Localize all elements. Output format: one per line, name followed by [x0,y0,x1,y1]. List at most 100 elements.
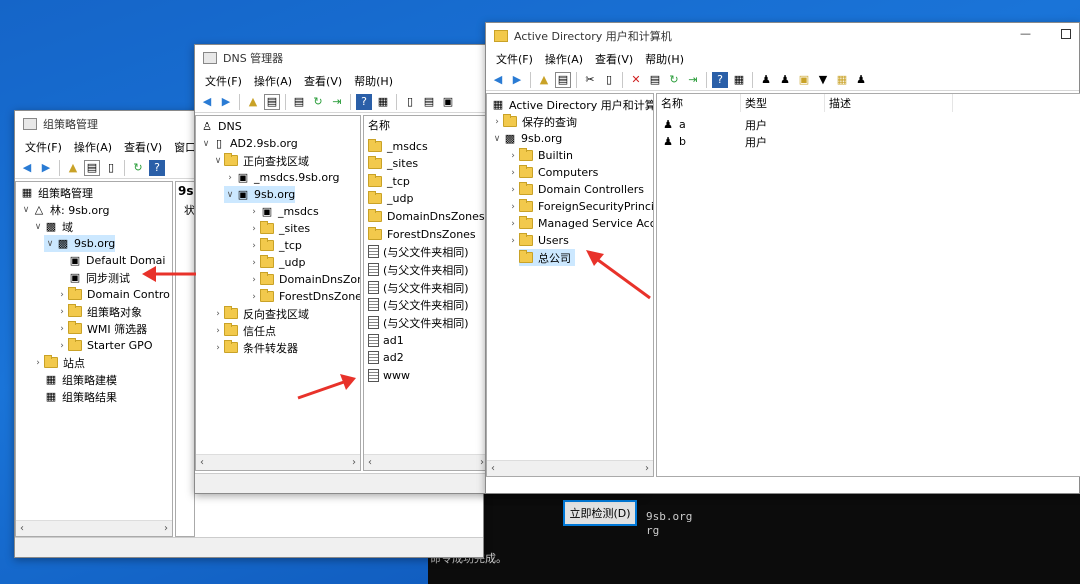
chevron-right-icon[interactable]: › [491,117,503,127]
scroll-right-icon[interactable]: › [645,463,649,474]
dns-menu-action[interactable]: 操作(A) [248,73,298,89]
list-icon[interactable]: ▤ [421,94,437,110]
maximize-icon[interactable] [1061,29,1071,39]
chevron-right-icon[interactable]: › [32,358,44,368]
console-icon[interactable]: ▦ [375,94,391,110]
show-tree-icon[interactable]: ▤ [84,159,100,176]
ad-col-name[interactable]: 名称 [657,94,741,112]
dns-list-item[interactable]: _tcp [368,173,410,190]
back-arrow-icon[interactable]: ◀ [490,72,506,88]
ad-tree-computers[interactable]: › Computers [507,164,598,181]
help-icon[interactable]: ? [149,159,165,176]
dns-col-name[interactable]: 名称 [364,116,488,134]
chevron-right-icon[interactable]: › [212,343,224,353]
chevron-right-icon[interactable]: › [507,185,519,195]
forward-arrow-icon[interactable]: ▶ [38,160,54,176]
dns-tree-hscroll[interactable]: ‹ › [196,454,360,470]
dns-tree-forward-zones[interactable]: ∨ 正向查找区域 [212,152,309,169]
chevron-right-icon[interactable]: › [212,309,224,319]
back-arrow-icon[interactable]: ◀ [199,94,215,110]
copy-icon[interactable]: ▯ [601,72,617,88]
ad-tree-users[interactable]: › Users [507,232,569,249]
chevron-down-icon[interactable]: ∨ [200,139,212,149]
properties-icon[interactable]: ▤ [291,94,307,110]
chevron-down-icon[interactable]: ∨ [212,156,224,166]
dns-list-item[interactable]: ForestDnsZones [368,226,476,243]
dns-list-hscroll[interactable]: ‹ › [364,454,488,470]
dns-list-item[interactable]: (与父文件夹相同) [368,261,469,278]
delete-icon[interactable]: ✕ [628,72,644,88]
add-to-group-icon[interactable]: ♟ [853,72,869,88]
chevron-right-icon[interactable]: › [212,326,224,336]
ad-col-type[interactable]: 类型 [741,94,825,112]
dns-menu-file[interactable]: 文件(F) [199,73,248,89]
dns-tree-forestdnszones[interactable]: › ForestDnsZones [248,288,360,305]
ad-menu-file[interactable]: 文件(F) [490,51,539,67]
chevron-right-icon[interactable]: › [507,168,519,178]
gpm-tree-wmi[interactable]: › WMI 筛选器 [56,320,147,337]
gpm-tree-domain-controllers[interactable]: › Domain Contro [56,286,170,303]
gpm-right-tab[interactable]: 状 [176,200,195,220]
dns-tree-9sb-zone[interactable]: ∨ ▣ 9sb.org [224,186,296,203]
dns-tree-domaindnszones[interactable]: ›DomainDnsZone [248,271,360,288]
scroll-left-icon[interactable]: ‹ [368,457,372,468]
ad-tree-builtin[interactable]: › Builtin [507,147,573,164]
ad-tree-root[interactable]: ▦ Active Directory 用户和计算机 [491,96,653,113]
dns-tree-root[interactable]: ♙ DNS [200,118,242,135]
ad-menu-action[interactable]: 操作(A) [539,51,589,67]
help-icon[interactable]: ? [356,93,372,110]
ad-tree-foreign-security[interactable]: ›ForeignSecurityPrincipa [507,198,653,215]
dns-menu-view[interactable]: 查看(V) [298,73,348,89]
dns-list-item[interactable]: (与父文件夹相同) [368,296,469,313]
dns-list-item[interactable]: _udp [368,190,413,207]
chevron-right-icon[interactable]: › [56,307,68,317]
cut-icon[interactable]: ✂ [582,72,598,88]
scroll-right-icon[interactable]: › [352,457,356,468]
console-icon[interactable]: ▦ [731,72,747,88]
dns-list-item[interactable]: DomainDnsZones [368,208,485,225]
refresh-icon[interactable]: ↻ [130,160,146,176]
chevron-right-icon[interactable]: › [507,202,519,212]
help-icon[interactable]: ? [712,71,728,88]
scroll-right-icon[interactable]: › [164,523,168,534]
chevron-down-icon[interactable]: ∨ [32,222,44,232]
forward-arrow-icon[interactable]: ▶ [218,94,234,110]
gpm-tree-domains[interactable]: ∨ ▩ 域 [32,218,73,235]
chevron-down-icon[interactable]: ∨ [44,239,56,249]
dns-list-item[interactable]: ad1 [368,332,404,349]
gpm-tree-starter-gpo[interactable]: › Starter GPO [56,337,152,354]
new-user-icon[interactable]: ♟ [758,72,774,88]
zone-icon[interactable]: ▣ [440,94,456,110]
gpm-tree-root[interactable]: ▦ 组策略管理 [20,184,93,201]
chevron-right-icon[interactable]: › [248,224,260,234]
chevron-right-icon[interactable]: › [248,207,260,217]
gpm-tree-domain-9sb[interactable]: ∨ ▩ 9sb.org [44,235,116,252]
clipboard-icon[interactable]: ▯ [103,160,119,176]
scroll-left-icon[interactable]: ‹ [491,463,495,474]
dns-tree-trust-points[interactable]: › 信任点 [212,322,276,339]
dns-tree-msdcs-zone[interactable]: › ▣ _msdcs.9sb.org [224,169,339,186]
chevron-down-icon[interactable]: ∨ [20,205,32,215]
scroll-right-icon[interactable]: › [480,457,484,468]
gpm-menu-view[interactable]: 查看(V) [118,139,168,155]
scroll-left-icon[interactable]: ‹ [200,457,204,468]
find-icon[interactable]: ▦ [834,72,850,88]
ad-tree-domain-controllers[interactable]: › Domain Controllers [507,181,644,198]
dns-tree-sites[interactable]: › _sites [248,220,310,237]
chevron-right-icon[interactable]: › [56,324,68,334]
export-icon[interactable]: ⇥ [329,94,345,110]
ad-menu-view[interactable]: 查看(V) [589,51,639,67]
export-icon[interactable]: ⇥ [685,72,701,88]
ad-tree-domain[interactable]: ∨ ▩ 9sb.org [491,130,563,147]
chevron-right-icon[interactable]: › [248,292,260,302]
back-arrow-icon[interactable]: ◀ [19,160,35,176]
gpm-tree-forest[interactable]: ∨ △ 林: 9sb.org [20,201,110,218]
ad-tree-managed-service[interactable]: › Managed Service Acco [507,215,653,232]
up-folder-icon[interactable]: ▲ [536,72,552,88]
dns-tree-reverse-zones[interactable]: › 反向查找区域 [212,305,309,322]
refresh-icon[interactable]: ↻ [666,72,682,88]
ad-tree-saved-queries[interactable]: › 保存的查询 [491,113,577,130]
chevron-down-icon[interactable]: ∨ [224,190,236,200]
gpm-tree-results[interactable]: ▦ 组策略结果 [44,388,117,405]
gpm-menu-action[interactable]: 操作(A) [68,139,118,155]
